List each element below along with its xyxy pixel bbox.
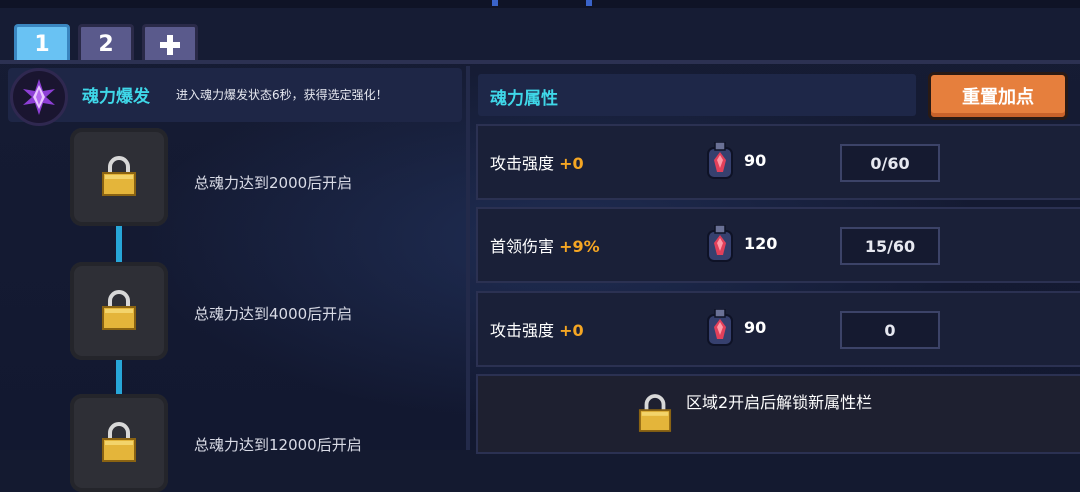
unlock-node-2-label: 总魂力达到4000后开启 [194,305,353,323]
attribute-name: 首领伤害 +9% [490,237,600,256]
attribute-cost: 90 [744,318,767,337]
purple-crystal-emblem-icon[interactable] [10,68,68,126]
attribute-bonus: +9% [559,237,600,256]
attribute-row[interactable]: 攻击强度 +0 90 0 [476,291,1080,367]
add-tab-button[interactable] [142,24,198,62]
panel-divider [466,66,470,450]
red-potion-icon [707,225,733,262]
unlock-node-2[interactable] [70,262,168,360]
plus-icon [160,34,180,55]
attribute-cost: 120 [744,234,778,253]
tab-2-label: 2 [98,32,114,57]
top-strip [0,0,1080,8]
node-connector [116,226,122,264]
attribute-name: 攻击强度 +0 [490,154,584,173]
attribute-bonus: +0 [559,321,584,340]
attribute-points-box[interactable]: 0 [840,311,940,349]
attribute-bonus: +0 [559,154,584,173]
attribute-points-box[interactable]: 0/60 [840,144,940,182]
tab-1-label: 1 [34,32,50,57]
lock-icon [102,290,136,330]
attribute-row[interactable]: 首领伤害 +9% 120 15/60 [476,207,1080,283]
soul-burst-title: 魂力爆发 [82,87,150,107]
lock-icon [102,422,136,462]
lock-icon [638,394,672,432]
attribute-points-box[interactable]: 15/60 [840,227,940,265]
red-potion-icon [707,142,733,179]
red-potion-icon [707,309,733,346]
node-connector [116,360,122,396]
tab-2[interactable]: 2 [78,24,134,62]
attribute-name: 攻击强度 +0 [490,321,584,340]
tab-bar: 1 2 [14,24,198,62]
attributes-title: 魂力属性 [490,89,558,109]
attribute-row[interactable]: 攻击强度 +0 90 0/60 [476,124,1080,200]
tab-1[interactable]: 1 [14,24,70,62]
locked-attribute-slot: 区域2开启后解锁新属性栏 [476,374,1080,454]
lock-icon [102,156,136,196]
soul-burst-description: 进入魂力爆发状态6秒，获得选定强化！ [176,88,388,102]
locked-slot-text: 区域2开启后解锁新属性栏 [686,393,873,412]
attribute-cost: 90 [744,151,767,170]
tab-underline [0,60,1080,64]
reset-points-button[interactable]: 重置加点 [928,72,1068,120]
unlock-node-3-label: 总魂力达到12000后开启 [194,436,362,454]
unlock-node-1-label: 总魂力达到2000后开启 [194,174,353,192]
unlock-node-1[interactable] [70,128,168,226]
unlock-node-3[interactable] [70,394,168,492]
